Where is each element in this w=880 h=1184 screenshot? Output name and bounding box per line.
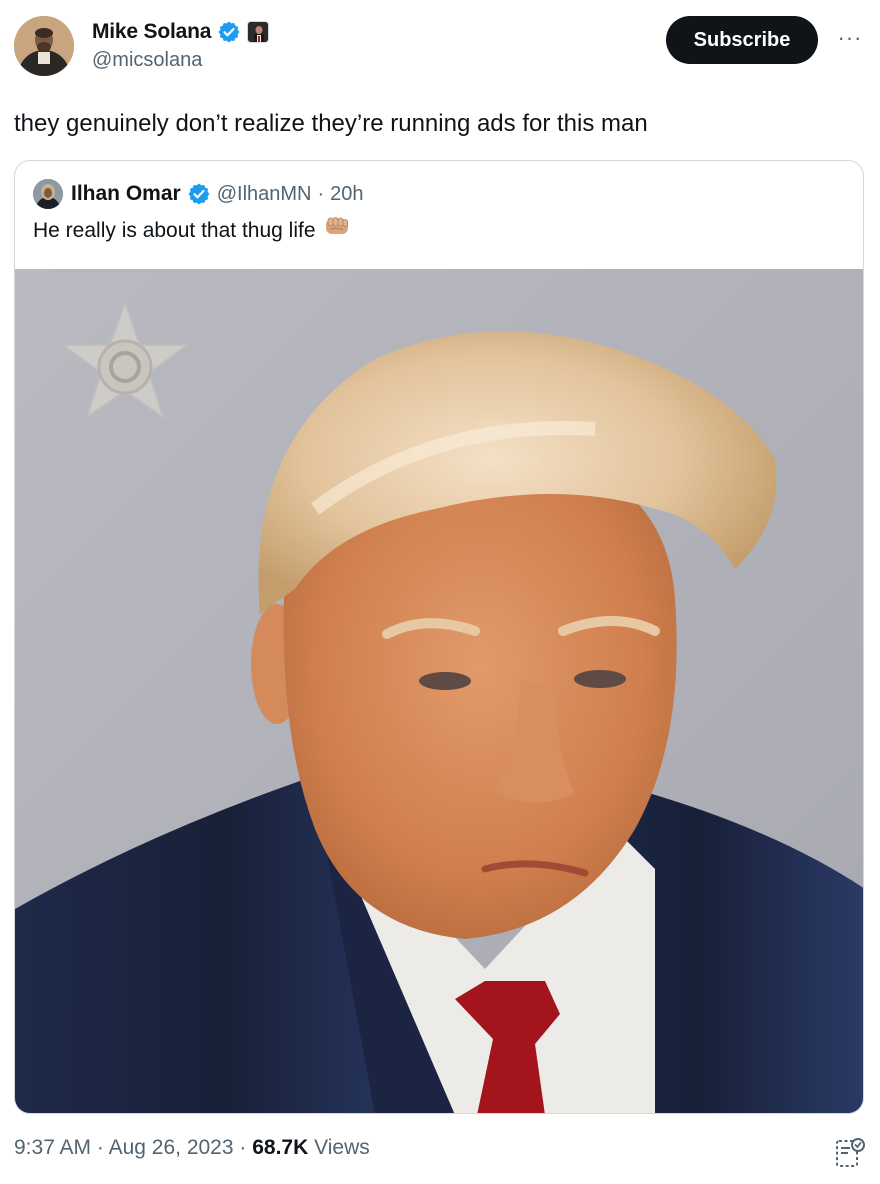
affiliation-badge-icon[interactable] [247, 21, 270, 43]
quoted-verified-badge-icon [187, 182, 211, 206]
meta-separator: · [239, 1136, 247, 1159]
quoted-tweet-text: He really is about that thug life [33, 218, 316, 242]
post-date[interactable]: Aug 26, 2023 [109, 1136, 234, 1159]
subscribe-button[interactable]: Subscribe [666, 16, 818, 64]
author-name[interactable]: Mike Solana [92, 20, 211, 44]
quoted-author-handle[interactable]: @IlhanMN [217, 183, 312, 206]
mugshot-photo[interactable] [15, 269, 863, 1113]
fist-bump-emoji-icon [324, 215, 350, 246]
quoted-author-avatar[interactable] [33, 179, 63, 209]
quoted-timestamp[interactable]: 20h [330, 183, 363, 206]
meta-separator: · [96, 1136, 104, 1159]
tweet: Mike Solana @micsolana Subscribe ··· the… [0, 0, 880, 1184]
tweet-meta: 9:37 AM · Aug 26, 2023 · 68.7K Views [14, 1136, 370, 1160]
author-handle[interactable]: @micsolana [92, 49, 202, 72]
author-avatar[interactable] [14, 16, 74, 76]
tweet-text: they genuinely don’t realize they’re run… [14, 110, 648, 137]
quoted-tweet-header: Ilhan Omar @IlhanMN · 20h [33, 179, 364, 209]
quoted-separator: · [317, 182, 325, 205]
quoted-author-name[interactable]: Ilhan Omar [71, 182, 181, 206]
quoted-tweet-text-row: He really is about that thug life [33, 215, 350, 246]
post-time[interactable]: 9:37 AM [14, 1136, 91, 1159]
more-options-icon[interactable]: ··· [832, 20, 868, 56]
views-label: Views [314, 1136, 370, 1159]
verified-badge-icon[interactable] [217, 20, 241, 44]
analytics-icon[interactable] [834, 1136, 866, 1170]
views-count: 68.7K [252, 1136, 309, 1159]
author-name-row: Mike Solana [92, 18, 270, 46]
quoted-tweet-card[interactable]: Ilhan Omar @IlhanMN · 20h He really is a… [14, 160, 864, 1114]
